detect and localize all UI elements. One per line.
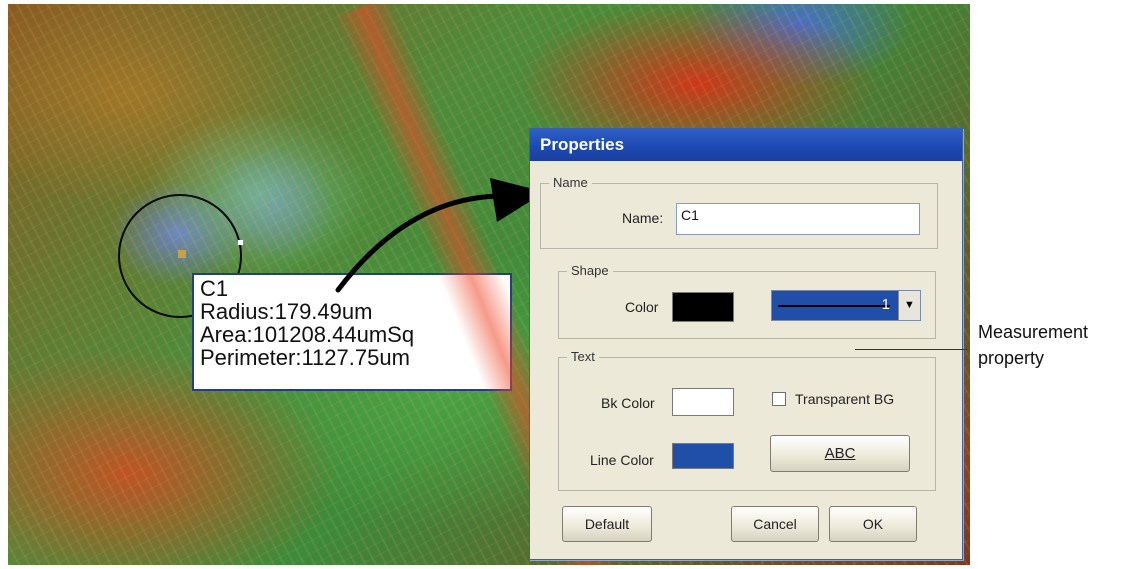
chevron-down-icon[interactable]: ▼ (898, 291, 920, 320)
name-field-label: Name: (622, 210, 664, 226)
line-color-label: Line Color (590, 452, 654, 468)
line-width-dropdown[interactable]: 1 ▼ (771, 290, 921, 321)
font-button[interactable]: ABC (770, 435, 910, 472)
cancel-button[interactable]: Cancel (731, 506, 819, 542)
transparent-bg-label: Transparent BG (795, 391, 895, 407)
dialog-titlebar[interactable]: Properties (530, 129, 962, 161)
name-input[interactable]: C1 (676, 203, 920, 235)
callout-measurement-text: Measurement (978, 322, 1089, 342)
bk-color-swatch[interactable] (672, 388, 734, 416)
line-width-preview (778, 305, 890, 307)
shape-color-swatch[interactable] (672, 292, 734, 322)
default-button[interactable]: Default (562, 506, 652, 542)
dialog-title: Properties (540, 135, 625, 154)
line-color-swatch[interactable] (672, 443, 734, 469)
line-width-value: 1 (881, 296, 890, 313)
properties-dialog: Properties Name Name: C1 Shape Color 1 ▼… (529, 128, 963, 560)
callout-line (855, 349, 967, 350)
callout-property-text: property (978, 348, 1045, 368)
transparent-bg-checkbox[interactable] (772, 392, 786, 406)
text-group-legend: Text (567, 349, 599, 364)
ok-button[interactable]: OK (829, 506, 917, 542)
shape-color-label: Color (625, 299, 659, 315)
name-group-legend: Name (549, 175, 592, 190)
shape-group-legend: Shape (567, 263, 613, 278)
bk-color-label: Bk Color (601, 395, 655, 411)
